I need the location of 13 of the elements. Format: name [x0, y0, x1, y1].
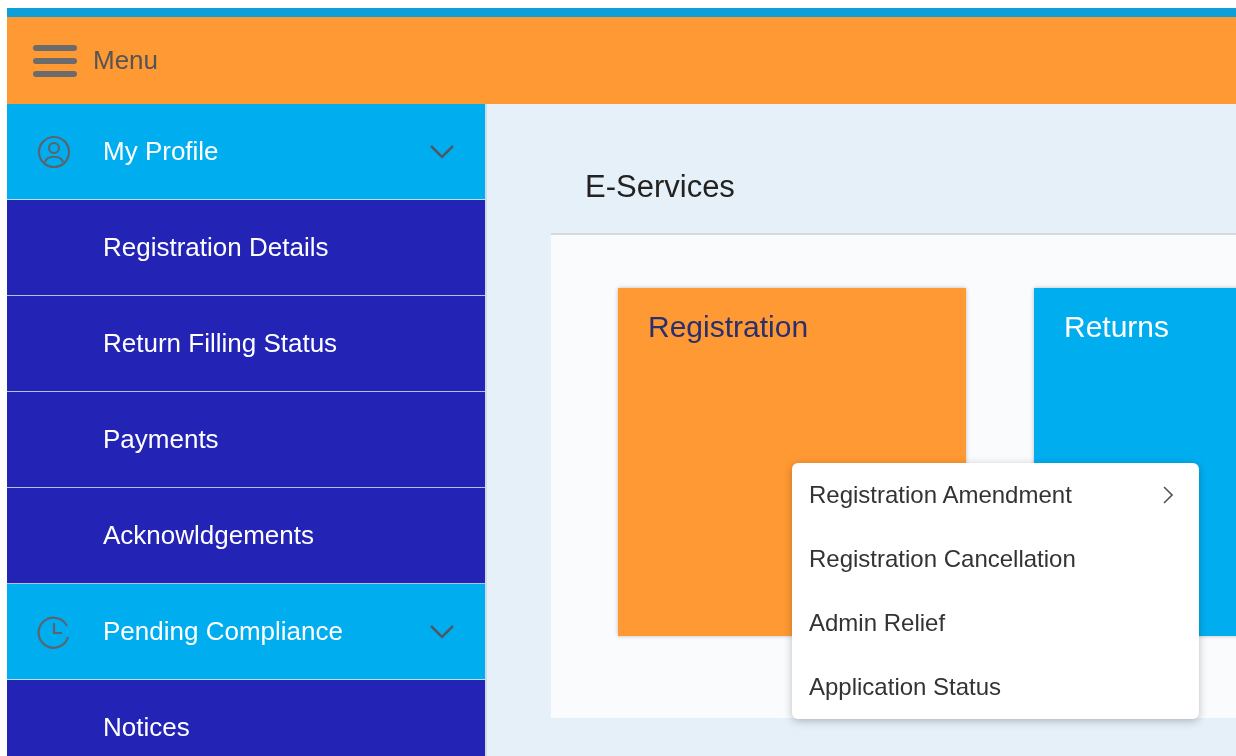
group-label: My Profile: [103, 136, 220, 167]
menu-icon: [33, 42, 77, 79]
group-label: Pending Compliance: [103, 616, 344, 647]
sidebar-item[interactable]: Notices: [7, 680, 485, 756]
menu-button[interactable]: Menu: [33, 42, 159, 79]
sidebar-item[interactable]: Payments: [7, 392, 485, 488]
clock-icon: [37, 614, 71, 649]
sidebar-item[interactable]: Return Filling Status: [7, 296, 485, 392]
user-icon: [37, 134, 71, 169]
menu-item[interactable]: Application Status: [792, 655, 1199, 719]
page-title: E-Services: [585, 169, 735, 205]
sidebar-item[interactable]: Acknowldgements: [7, 488, 485, 584]
sidebar-item[interactable]: Registration Details: [7, 200, 485, 296]
